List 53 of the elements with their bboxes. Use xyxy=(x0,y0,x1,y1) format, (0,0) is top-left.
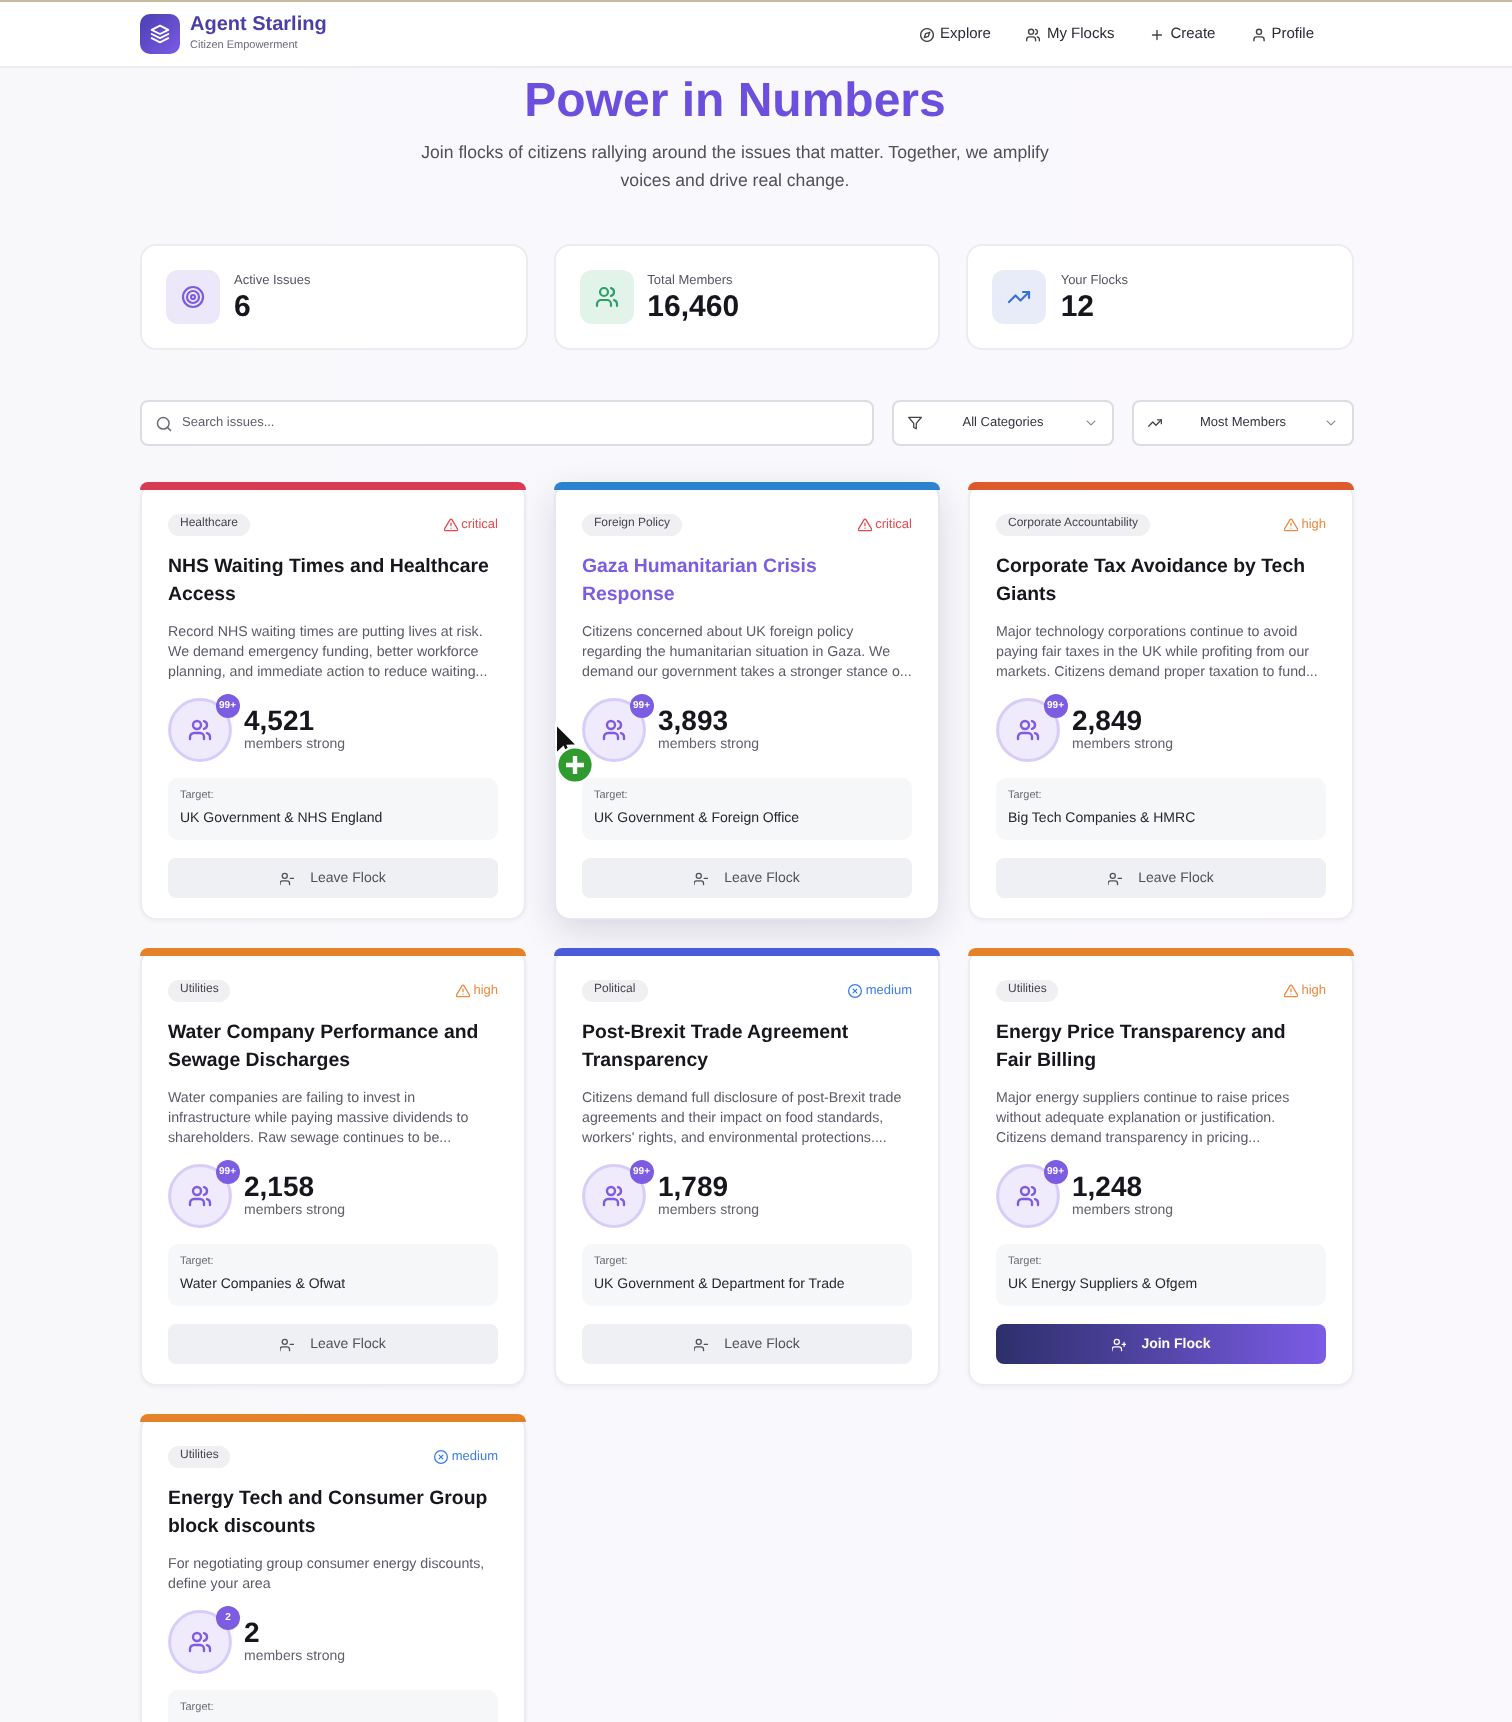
user-minus-icon xyxy=(280,871,295,885)
filter-icon xyxy=(908,416,922,430)
card-title: Energy Price Transparency and Fair Billing xyxy=(996,1020,1288,1076)
user-plus-icon xyxy=(1111,1337,1126,1351)
group-avatar-icon xyxy=(996,1164,1060,1228)
chevron-down-icon xyxy=(1324,416,1338,430)
card-title: Gaza Humanitarian Crisis Response xyxy=(582,554,819,610)
group-avatar-icon xyxy=(168,698,232,762)
card-title: Water Company Performance and Sewage Discharges xyxy=(168,1020,481,1076)
warning-icon xyxy=(1283,984,1298,998)
compass-icon xyxy=(920,27,935,41)
search-icon xyxy=(156,415,172,431)
warning-icon xyxy=(857,518,872,532)
card-title: NHS Waiting Times and Healthcare Access xyxy=(168,554,491,610)
trend-up-icon xyxy=(992,270,1047,324)
user-minus-icon xyxy=(280,1337,295,1351)
users-icon xyxy=(579,270,634,324)
user-icon xyxy=(1251,27,1266,41)
layers-logo-icon[interactable] xyxy=(140,14,180,54)
card-title: Corporate Tax Avoidance by Tech Giants xyxy=(996,554,1307,610)
member-count: 4,521 xyxy=(244,704,317,736)
card-title: Post-Brexit Trade Agreement Transparency xyxy=(582,1020,851,1076)
users-icon xyxy=(1026,27,1041,41)
user-minus-icon xyxy=(694,871,709,885)
group-avatar-icon xyxy=(168,1610,232,1674)
member-count: 1,248 xyxy=(1072,1170,1145,1202)
chevron-down-icon xyxy=(1084,416,1098,430)
stat-value: 6 xyxy=(234,289,253,323)
brand-name: Agent Starling xyxy=(190,14,327,38)
x-circle-icon xyxy=(433,1450,448,1464)
page-subtitle: Join flocks of citizens rallying around the issues that matter. Together, we amplify voices and drive real change. xyxy=(419,140,1051,194)
stat-value: 16,460 xyxy=(647,289,740,323)
member-count: 3,893 xyxy=(658,704,731,736)
group-avatar-icon xyxy=(582,698,646,762)
target-icon xyxy=(166,270,220,324)
warning-icon xyxy=(1283,518,1298,532)
page-title: Power in Numbers xyxy=(522,74,948,130)
warning-icon xyxy=(455,984,470,998)
group-avatar-icon xyxy=(996,698,1060,762)
user-minus-icon xyxy=(1108,871,1123,885)
x-circle-icon xyxy=(847,984,862,998)
group-avatar-icon xyxy=(582,1164,646,1228)
card-title: Energy Tech and Consumer Group block discounts xyxy=(168,1486,490,1542)
member-count: 2,158 xyxy=(244,1170,317,1202)
warning-icon xyxy=(443,518,458,532)
stat-value: 12 xyxy=(1060,289,1097,323)
trend-up-icon xyxy=(1148,416,1162,430)
group-avatar-icon xyxy=(168,1164,232,1228)
user-minus-icon xyxy=(694,1337,709,1351)
member-count: 2 xyxy=(244,1616,262,1648)
plus-icon xyxy=(1150,27,1165,41)
member-count: 1,789 xyxy=(658,1170,731,1202)
member-count: 2,849 xyxy=(1072,704,1145,736)
